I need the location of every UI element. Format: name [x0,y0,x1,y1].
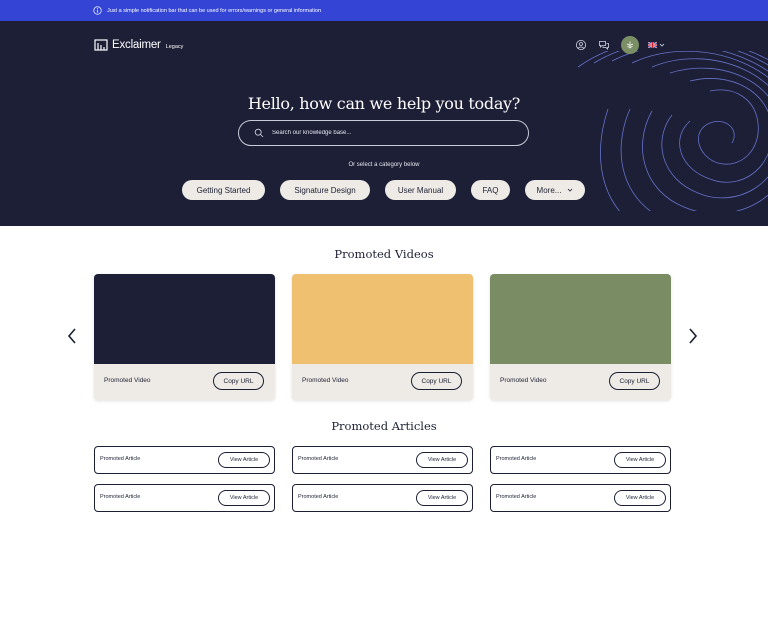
category-signature-design[interactable]: Signature Design [280,180,370,200]
view-article-button[interactable]: View Article [416,452,468,468]
hero-section: Exclaimer Legacy Hello, how can we help … [0,21,768,226]
article-card: Promoted Article View Article [94,446,275,474]
user-icon[interactable] [575,39,587,51]
category-label: Signature Design [294,185,356,195]
carousel-prev-icon[interactable] [66,327,78,345]
article-card: Promoted Article View Article [490,446,671,474]
logo[interactable]: Exclaimer Legacy [94,38,183,52]
view-article-button[interactable]: View Article [614,490,666,506]
video-card: Promoted Video Copy URL [292,274,473,400]
logo-subtitle: Legacy [165,44,184,50]
search-bar[interactable] [238,120,529,146]
category-more[interactable]: More... [525,180,585,200]
uk-flag-icon [648,42,657,48]
article-card: Promoted Article View Article [292,446,473,474]
search-icon [254,128,264,138]
article-label: Promoted Article [100,494,141,500]
video-thumbnail[interactable] [292,274,473,364]
category-label: FAQ [482,185,499,195]
video-card: Promoted Video Copy URL [94,274,275,400]
category-faq[interactable]: FAQ [471,180,510,200]
video-label: Promoted Video [302,377,349,384]
video-thumbnail[interactable] [490,274,671,364]
search-input[interactable] [272,130,512,136]
video-label: Promoted Video [500,377,547,384]
copy-url-button[interactable]: Copy URL [213,372,264,390]
header-actions [575,36,665,54]
category-pills: Getting Started Signature Design User Ma… [0,180,768,200]
logo-mark-icon [94,39,108,51]
language-selector[interactable] [648,42,665,48]
article-card: Promoted Article View Article [490,484,671,512]
notification-text: Just a simple notification bar that can … [107,7,321,14]
article-label: Promoted Article [100,456,141,462]
category-hint: Or select a category below [348,162,420,168]
chevron-down-icon [568,188,573,192]
article-label: Promoted Article [496,494,537,500]
view-article-button[interactable]: View Article [614,452,666,468]
view-article-button[interactable]: View Article [218,490,270,506]
article-card: Promoted Article View Article [94,484,275,512]
view-article-button[interactable]: View Article [218,452,270,468]
info-icon [93,6,102,15]
copy-url-button[interactable]: Copy URL [609,372,660,390]
article-card: Promoted Article View Article [292,484,473,512]
article-label: Promoted Article [298,456,339,462]
view-article-button[interactable]: View Article [416,490,468,506]
article-label: Promoted Article [496,456,537,462]
avatar[interactable] [621,36,639,54]
page-title: Hello, how can we help you today? [247,94,521,113]
category-label: Getting Started [196,185,251,195]
article-label: Promoted Article [298,494,339,500]
category-label: User Manual [397,185,444,195]
category-user-manual[interactable]: User Manual [385,180,456,200]
logo-wordmark: Exclaimer [112,39,161,51]
notification-bar: Just a simple notification bar that can … [0,0,768,21]
leaf-icon [626,41,634,49]
video-thumbnail[interactable] [94,274,275,364]
articles-title: Promoted Articles [331,419,437,433]
video-label: Promoted Video [104,377,151,384]
copy-url-button[interactable]: Copy URL [411,372,462,390]
category-getting-started[interactable]: Getting Started [182,180,265,200]
chevron-down-icon [659,43,665,47]
carousel-next-icon[interactable] [687,327,699,345]
videos-title: Promoted Videos [334,247,434,261]
category-label: More... [536,185,562,195]
chat-icon[interactable] [598,39,610,51]
video-card: Promoted Video Copy URL [490,274,671,400]
